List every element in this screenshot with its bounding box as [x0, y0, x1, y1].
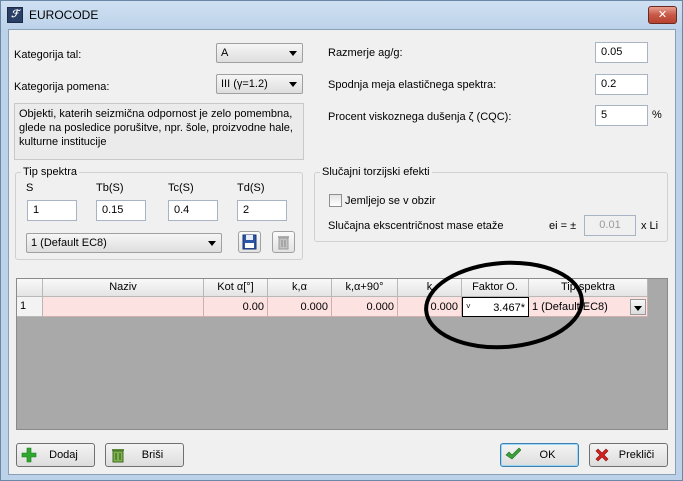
dialog-body: Kategorija tal: A Kategorija pomena: III… [8, 29, 676, 475]
window-title: EUROCODE [29, 8, 99, 22]
lower-bound-label: Spodnja meja elastičnega spektra: [328, 79, 497, 91]
delete-button[interactable]: Briši [105, 443, 184, 467]
importance-category-value: III (γ=1.2) [221, 78, 268, 90]
close-icon [595, 448, 609, 462]
tc-input[interactable]: 0.4 [168, 200, 218, 221]
cell-k-alpha[interactable]: 0.000 [268, 297, 332, 317]
importance-category-label: Kategorija pomena: [14, 81, 110, 93]
eccentricity-suffix: x Li [641, 220, 659, 232]
ok-button-label: OK [539, 449, 556, 461]
eccentricity-label: Slučajna ekscentričnost mase etaže [328, 220, 504, 232]
cell-k-alpha90[interactable]: 0.000 [332, 297, 398, 317]
header-k-alpha90[interactable]: k,α+90° [332, 279, 398, 297]
lower-bound-input[interactable]: 0.2 [595, 74, 648, 95]
grid-corner-header [17, 279, 43, 297]
ok-button[interactable]: OK [500, 443, 579, 467]
torsion-checkbox[interactable] [329, 194, 342, 207]
header-naziv[interactable]: Naziv [43, 279, 204, 297]
td-label: Td(S) [237, 182, 265, 194]
table-row-index[interactable]: 1 [17, 297, 43, 317]
save-spectrum-button[interactable] [238, 231, 261, 253]
chevron-down-icon [289, 82, 297, 87]
tb-label: Tb(S) [96, 182, 124, 194]
annotation-ellipse [424, 260, 584, 350]
spectrum-select[interactable]: 1 (Default EC8) [26, 233, 222, 253]
delete-button-label: Briši [141, 449, 164, 461]
tip-spektra-dropdown-button[interactable] [630, 299, 646, 315]
header-k-alpha[interactable]: k,α [268, 279, 332, 297]
cancel-button[interactable]: Prekliči [589, 443, 668, 467]
chevron-down-icon [208, 241, 216, 246]
trash-icon [278, 236, 289, 250]
spectrum-select-value: 1 (Default EC8) [31, 237, 107, 249]
title-bar: ℱ EUROCODE ✕ [1, 1, 682, 29]
damping-unit: % [652, 109, 662, 121]
torsion-group-title: Slučajni torzijski efekti [320, 166, 432, 178]
eccentricity-input[interactable]: 0.01 [584, 215, 636, 236]
soil-category-select[interactable]: A [216, 43, 303, 63]
eccentricity-prefix: ei = ± [549, 220, 577, 232]
tb-input[interactable]: 0.15 [96, 200, 146, 221]
torsion-checkbox-label: Jemljejo se v obzir [345, 195, 436, 207]
check-icon [505, 447, 521, 460]
cancel-button-label: Prekliči [618, 449, 655, 461]
importance-category-select[interactable]: III (γ=1.2) [216, 74, 303, 94]
eurocode-window: ℱ EUROCODE ✕ Kategorija tal: A Kategorij… [0, 0, 683, 481]
ag-ratio-input[interactable]: 0.05 [595, 42, 648, 63]
spectrum-group-title: Tip spektra [21, 166, 80, 178]
s-label: S [26, 182, 34, 194]
soil-category-value: A [221, 47, 229, 59]
tc-label: Tc(S) [168, 182, 194, 194]
plus-icon [21, 447, 37, 463]
delete-spectrum-button[interactable] [272, 231, 295, 253]
close-button[interactable]: ✕ [648, 6, 677, 24]
soil-category-label: Kategorija tal: [14, 49, 82, 61]
cell-naziv[interactable] [43, 297, 204, 317]
header-kot[interactable]: Kot α[°] [204, 279, 268, 297]
directions-grid: Naziv Kot α[°] k,α k,α+90° k Faktor O. T… [16, 260, 668, 430]
ag-ratio-label: Razmerje ag/g: [328, 47, 403, 59]
damping-input[interactable]: 5 [595, 105, 648, 126]
s-input[interactable]: 1 [27, 200, 77, 221]
save-icon [242, 234, 257, 250]
add-button-label: Dodaj [49, 449, 78, 461]
chevron-down-icon [289, 51, 297, 56]
app-icon: ℱ [7, 7, 23, 23]
chevron-down-icon [634, 306, 642, 311]
importance-description: Objekti, katerih seizmična odpornost je … [14, 103, 304, 160]
td-input[interactable]: 2 [237, 200, 287, 221]
cell-kot[interactable]: 0.00 [204, 297, 268, 317]
trash-icon [112, 449, 124, 463]
damping-label: Procent viskoznega dušenja ζ (CQC): [328, 111, 512, 123]
add-button[interactable]: Dodaj [16, 443, 95, 467]
